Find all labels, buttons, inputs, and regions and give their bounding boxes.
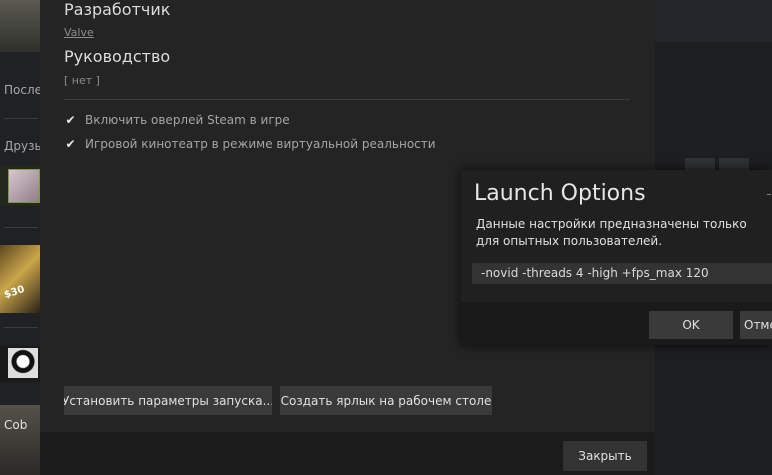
friend-avatar[interactable] [0, 346, 40, 382]
set-launch-options-button[interactable]: Установить параметры запуска... [64, 386, 272, 415]
guide-heading: Руководство [64, 47, 171, 66]
divider [4, 227, 38, 228]
check-icon[interactable]: ✔ [64, 138, 77, 151]
game-thumbnail[interactable] [0, 0, 40, 52]
library-sidebar: Послед Друзья $30 Cob [0, 0, 50, 475]
launch-options-input[interactable] [472, 263, 772, 284]
overlay-checkbox-row[interactable]: ✔ Включить оверлей Steam в игре [64, 113, 290, 127]
dialog-description: Данные настройки предназначены только дл… [476, 217, 747, 248]
launch-options-dialog: Launch Options Данные настройки предназн… [461, 170, 772, 345]
guide-value: [ нет ] [64, 74, 100, 87]
vr-theater-checkbox-row[interactable]: ✔ Игровой кинотеатр в режиме виртуальной… [64, 137, 436, 151]
check-icon[interactable]: ✔ [64, 114, 77, 127]
game-thumbnail[interactable] [0, 405, 40, 475]
cancel-button[interactable]: Отмена [740, 311, 772, 339]
divider [4, 118, 38, 119]
close-icon[interactable] [767, 194, 771, 195]
friend-avatar[interactable] [0, 166, 40, 206]
ok-button[interactable]: OK [649, 311, 733, 339]
game-thumbnail[interactable]: $30 [0, 245, 40, 313]
divider [4, 327, 38, 328]
create-shortcut-button[interactable]: Создать ярлык на рабочем столе [280, 386, 492, 415]
avatar [8, 169, 40, 203]
divider [64, 99, 630, 100]
close-button[interactable]: Закрыть [563, 441, 647, 471]
dialog-title: Launch Options [474, 181, 646, 206]
header-strip [655, 0, 772, 42]
developer-link[interactable]: Valve [64, 26, 94, 39]
vr-theater-checkbox-label: Игровой кинотеатр в режиме виртуальной р… [85, 137, 436, 151]
price-badge: $30 [2, 284, 27, 301]
developer-heading: Разработчик [64, 0, 171, 19]
avatar [8, 348, 38, 378]
overlay-checkbox-label: Включить оверлей Steam в игре [85, 113, 290, 127]
game-label: Cob [4, 418, 28, 432]
